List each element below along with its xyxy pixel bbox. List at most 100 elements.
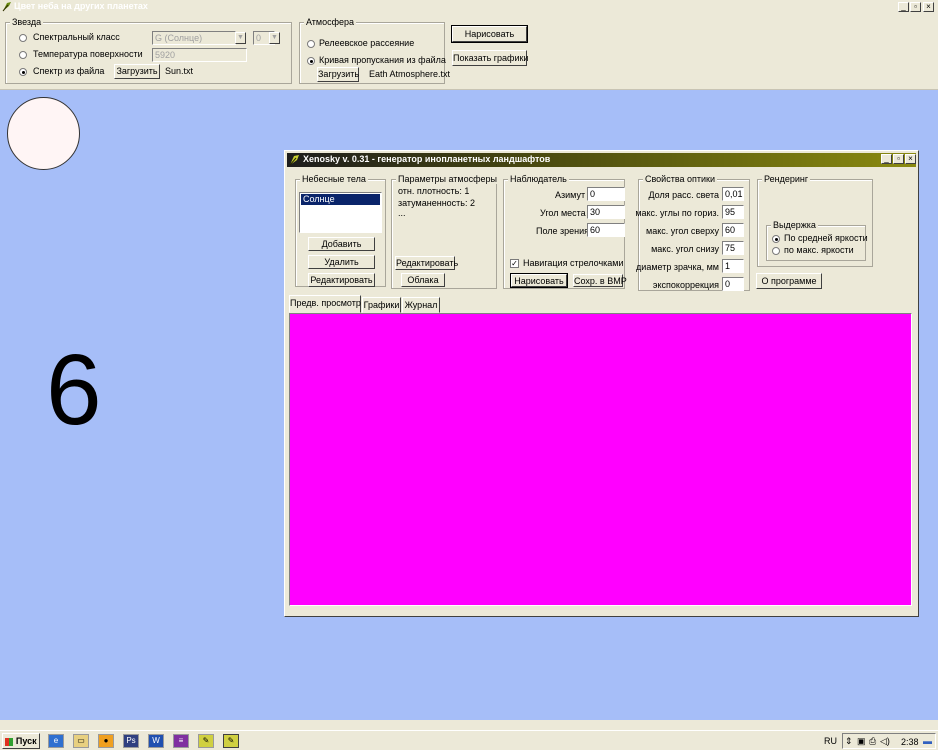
fov-label: Поле зрения — [536, 226, 590, 236]
avg-brightness-radio[interactable] — [772, 235, 780, 243]
spectral-class-radio[interactable] — [19, 34, 27, 42]
arrow-nav-checkbox[interactable]: ✓ — [510, 259, 519, 268]
top-angle-input[interactable]: 60 — [722, 223, 744, 237]
word-icon[interactable]: W — [148, 734, 164, 748]
pupil-diameter-label: диаметр зрачка, мм — [636, 262, 719, 272]
horiz-angle-label: макс. углы по гориз. — [635, 208, 719, 218]
start-button[interactable]: Пуск — [2, 733, 40, 749]
observer-group-title: Наблюдатель — [508, 174, 569, 184]
minimize-button[interactable]: _ — [898, 2, 909, 12]
azimuth-label: Азимут — [555, 190, 586, 200]
bodies-listbox[interactable]: Солнце — [299, 192, 382, 233]
spectral-class-combo[interactable]: G (Солнце) — [152, 31, 236, 45]
density-text: отн. плотность: 1 — [398, 186, 470, 196]
exposure-correction-input[interactable]: 0 — [722, 277, 744, 291]
spectral-class-label: Спектральный класс — [33, 32, 120, 42]
start-label: Пуск — [15, 736, 37, 746]
language-indicator[interactable]: RU — [824, 736, 837, 746]
volume-icon[interactable]: ◁) — [880, 736, 890, 747]
big-number-label: 6 — [46, 334, 102, 446]
chevron-down-icon[interactable]: ▼ — [235, 32, 246, 44]
draw-button[interactable]: Нарисовать — [451, 25, 528, 43]
xenosky-minimize-button[interactable]: _ — [881, 154, 892, 164]
preview-render-area[interactable] — [289, 313, 912, 606]
sky-app-icon[interactable]: ✎ — [223, 734, 239, 748]
tab-preview[interactable]: Предв. просмотр — [289, 295, 361, 313]
max-brightness-label: по макс. яркости — [784, 245, 854, 255]
clouds-button[interactable]: Облака — [401, 273, 445, 287]
close-button[interactable]: × — [923, 2, 934, 12]
explorer-icon[interactable]: ▭ — [73, 734, 89, 748]
fov-input[interactable]: 60 — [587, 223, 625, 237]
desktop-icon[interactable]: ▬ — [923, 736, 932, 746]
star-file-name: Sun.txt — [165, 66, 194, 76]
xenosky-title-bar[interactable]: Xenosky v. 0.31 - генератор инопланетных… — [287, 153, 916, 167]
chevron-down-icon[interactable]: ▼ — [269, 32, 280, 44]
ie-icon[interactable]: e — [48, 734, 64, 748]
add-body-button[interactable]: Добавить — [308, 237, 375, 251]
list-item[interactable]: Солнце — [301, 194, 380, 205]
atmosphere-file-name: Eath Atmosphere.txt — [369, 69, 451, 79]
bodies-group: Небесные тела Солнце Добавить Удалить Ре… — [295, 174, 386, 287]
observer-group: Наблюдатель Азимут 0 Угол места 30 Поле … — [503, 174, 627, 289]
show-graphs-button[interactable]: Показать графики — [452, 50, 528, 66]
xenosky-feather-icon — [289, 155, 299, 166]
sun-disk — [7, 97, 80, 170]
xenosky-close-button[interactable]: × — [905, 154, 916, 164]
tab-journal[interactable]: Журнал — [402, 297, 440, 313]
horiz-angle-input[interactable]: 95 — [722, 205, 744, 219]
about-button[interactable]: О программе — [756, 273, 822, 289]
system-tray: ⇕ ▣ ⎙ ◁) 2:38 ▬ — [842, 733, 936, 749]
spectrum-file-radio[interactable] — [19, 68, 27, 76]
rayleigh-label: Релеевское рассеяние — [319, 38, 415, 48]
top-angle-label: макс. угол сверху — [646, 226, 719, 236]
optics-group-title: Свойства оптики — [643, 174, 718, 184]
xenosky-maximize-button[interactable]: ▫ — [893, 154, 904, 164]
star-load-button[interactable]: Загрузить — [114, 64, 160, 79]
max-brightness-radio[interactable] — [772, 247, 780, 255]
control-panel: Звезда Спектральный класс G (Солнце) ▼ 0… — [0, 14, 938, 90]
tab-graphs[interactable]: Графики — [362, 297, 401, 313]
xenosky-draw-button[interactable]: Нарисовать — [510, 273, 568, 288]
edit-body-button[interactable]: Редактировать — [308, 273, 375, 287]
bottom-angle-label: макс. угол снизу — [651, 244, 719, 254]
transmission-file-radio[interactable] — [307, 57, 315, 65]
avg-brightness-label: По средней яркости — [784, 233, 868, 243]
atmosphere-load-button[interactable]: Загрузить — [317, 67, 359, 82]
atmosphere-group: Атмосфера Релеевское рассеяние Кривая пр… — [299, 17, 450, 84]
network-icon[interactable]: ▣ — [857, 736, 866, 747]
main-window-title: Цвет неба на других планетах — [14, 1, 148, 11]
rendering-group-title: Рендеринг — [762, 174, 811, 184]
pupil-diameter-input[interactable]: 1 — [722, 259, 744, 273]
temperature-label: Температура поверхности — [33, 49, 143, 59]
save-bmp-button[interactable]: Сохр. в BMP — [573, 274, 627, 287]
main-title-bar[interactable]: Цвет неба на других планетах _ ▫ × — [0, 0, 938, 14]
photoshop-icon[interactable]: Ps — [123, 734, 139, 748]
elevation-input[interactable]: 30 — [587, 205, 625, 219]
optics-group: Свойства оптики Доля расс. света 0,01 ма… — [635, 174, 750, 291]
azimuth-input[interactable]: 0 — [587, 187, 625, 201]
star-group-title: Звезда — [10, 17, 44, 27]
edit-atmosphere-button[interactable]: Редактировать — [395, 256, 458, 270]
atmosphere-group-title: Атмосфера — [304, 17, 357, 27]
rendering-group: Рендеринг Выдержка По средней яркости по… — [757, 174, 873, 267]
maximize-button[interactable]: ▫ — [910, 2, 921, 12]
scattered-light-input[interactable]: 0,01 — [722, 187, 744, 201]
tray-arrows-icon[interactable]: ⇕ — [845, 736, 853, 747]
bottom-angle-input[interactable]: 75 — [722, 241, 744, 255]
winrar-icon[interactable]: ≡ — [173, 734, 189, 748]
exposure-correction-label: экспокоррекция — [652, 280, 719, 290]
windows-logo-icon — [5, 737, 14, 746]
media-icon[interactable]: ● — [98, 734, 114, 748]
printer-icon[interactable]: ⎙ — [869, 736, 876, 747]
bodies-group-title: Небесные тела — [300, 174, 368, 184]
temperature-input[interactable]: 5920 — [152, 48, 247, 62]
xenosky-icon[interactable]: ✎ — [198, 734, 214, 748]
star-group: Звезда Спектральный класс G (Солнце) ▼ 0… — [5, 17, 292, 84]
delete-body-button[interactable]: Удалить — [308, 255, 375, 269]
temperature-radio[interactable] — [19, 51, 27, 59]
scattered-light-label: Доля расс. света — [648, 190, 719, 200]
taskbar: Пуск e ▭ ● Ps W ≡ ✎ ✎ RU ⇕ ▣ ⎙ ◁) 2:38 ▬ — [0, 730, 938, 750]
rayleigh-radio[interactable] — [307, 40, 315, 48]
haze-text: затуманенность: 2 — [398, 198, 475, 208]
